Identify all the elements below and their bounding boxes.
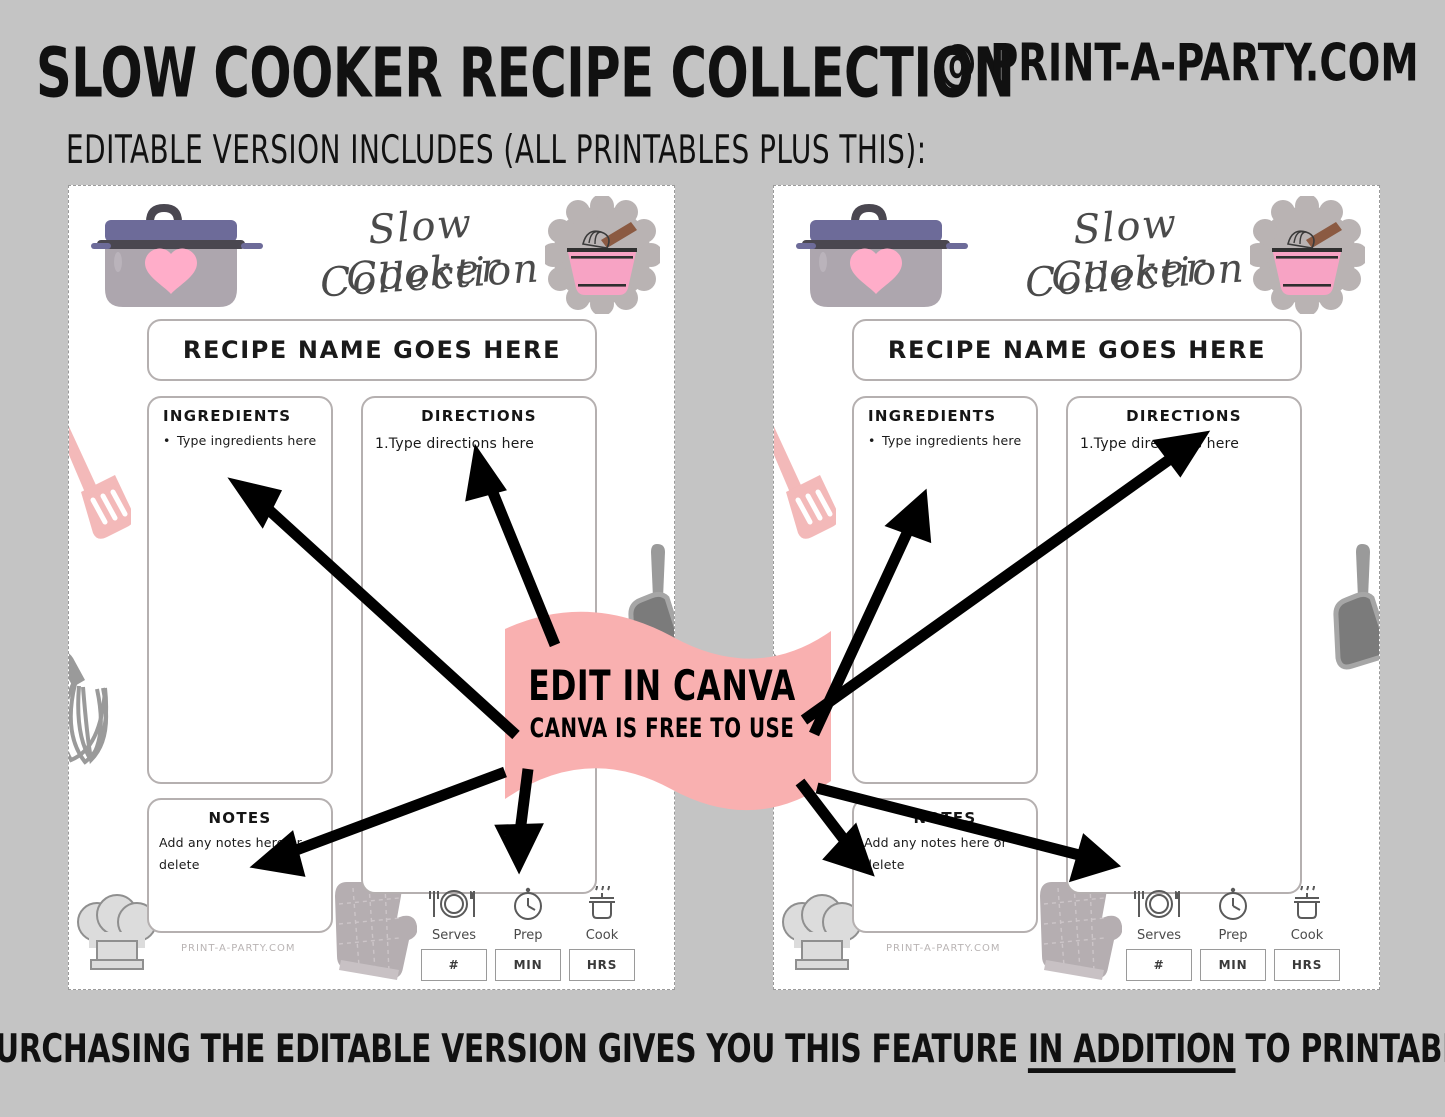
notes-box[interactable]: NOTES Add any notes here or delete: [852, 798, 1038, 933]
pink-spatula-icon: [69, 426, 131, 539]
stopwatch-icon: [514, 887, 542, 920]
notes-title: NOTES: [913, 809, 977, 827]
whisk-icon: [774, 653, 814, 765]
meta-cook: Cook HRS: [569, 883, 635, 981]
recipe-name-field[interactable]: RECIPE NAME GOES HERE: [147, 319, 597, 381]
poster-canvas: SLOW COOKER RECIPE COLLECTION @ PRINT-A-…: [0, 0, 1445, 1117]
ingredients-box[interactable]: INGREDIENTS • Type ingredients here: [147, 396, 333, 784]
whisk-icon: [69, 653, 109, 765]
card-watermark: PRINT-A-PARTY.COM: [886, 943, 1001, 954]
footnote-after: TO PRINTABLES: [1245, 1025, 1445, 1072]
meta-serves-field[interactable]: #: [421, 949, 487, 981]
ingredients-box[interactable]: INGREDIENTS • Type ingredients here: [852, 396, 1038, 784]
brand-handle: @ PRINT-A-PARTY.COM: [938, 32, 1419, 93]
meta-prep-field[interactable]: MIN: [1200, 949, 1266, 981]
slow-cooker-pot-icon: [796, 204, 968, 307]
directions-title: DIRECTIONS: [421, 407, 537, 425]
directions-box[interactable]: DIRECTIONS 1.Type directions here: [361, 396, 597, 894]
footnote-before: **PURCHASING THE EDITABLE VERSION GIVES …: [0, 1025, 1028, 1072]
bullet-icon: •: [868, 433, 876, 448]
notes-placeholder: Add any notes here or delete: [159, 835, 302, 872]
card-logo: Slow Cooker Collection: [1012, 198, 1247, 313]
page-title: SLOW COOKER RECIPE COLLECTION: [36, 34, 1015, 114]
meta-prep: Prep MIN: [1200, 886, 1266, 981]
directions-placeholder: 1.Type directions here: [1080, 436, 1240, 452]
notes-title: NOTES: [208, 809, 272, 827]
meta-cook-field[interactable]: HRS: [1274, 949, 1340, 981]
meta-serves: Serves #: [421, 886, 487, 981]
recipe-meta-row: Serves # Prep MIN Cook HRS: [1126, 883, 1356, 986]
recipe-card-preview-1: Slow Cooker Collection RECIPE NAME GOES …: [68, 185, 675, 990]
plate-cutlery-icon: [1134, 890, 1180, 918]
meta-prep: Prep MIN: [495, 886, 561, 981]
directions-box[interactable]: DIRECTIONS 1.Type directions here: [1066, 396, 1302, 894]
meta-serves-field[interactable]: #: [1126, 949, 1192, 981]
page-subtitle: EDITABLE VERSION INCLUDES (ALL PRINTABLE…: [66, 128, 927, 173]
directions-placeholder: 1.Type directions here: [375, 436, 535, 452]
card-watermark: PRINT-A-PARTY.COM: [181, 943, 296, 954]
recipe-card-preview-2: Slow Cooker Collection RECIPE NAME GOES …: [773, 185, 1380, 990]
ingredients-title: INGREDIENTS: [868, 407, 997, 425]
recipe-meta-row: Serves # Prep MIN Cook HRS: [421, 883, 651, 986]
meta-cook: Cook HRS: [1274, 883, 1340, 981]
meta-prep-label: Prep: [513, 928, 543, 943]
notes-box[interactable]: NOTES Add any notes here or delete: [147, 798, 333, 933]
plate-cutlery-icon: [429, 890, 475, 918]
meta-cook-label: Cook: [1290, 928, 1324, 943]
meta-prep-field[interactable]: MIN: [495, 949, 561, 981]
meta-prep-label: Prep: [1218, 928, 1248, 943]
pot-steam-icon: [1294, 883, 1320, 919]
card-logo: Slow Cooker Collection: [307, 198, 542, 313]
meta-serves-label: Serves: [1136, 928, 1182, 943]
recipe-name-placeholder: RECIPE NAME GOES HERE: [887, 336, 1267, 364]
notes-placeholder: Add any notes here or delete: [864, 835, 1007, 872]
gray-turner-icon: [628, 544, 674, 670]
meta-serves: Serves #: [1126, 886, 1192, 981]
recipe-name-placeholder: RECIPE NAME GOES HERE: [182, 336, 562, 364]
mixing-bowl-badge-icon: [1250, 196, 1365, 314]
meta-serves-label: Serves: [431, 928, 477, 943]
ingredients-placeholder: • Type ingredients here: [868, 433, 1022, 448]
slow-cooker-pot-icon: [91, 204, 263, 307]
recipe-name-field[interactable]: RECIPE NAME GOES HERE: [852, 319, 1302, 381]
ingredients-placeholder: • Type ingredients here: [163, 433, 317, 448]
pot-steam-icon: [589, 883, 615, 919]
ingredients-title: INGREDIENTS: [163, 407, 292, 425]
bullet-icon: •: [163, 433, 171, 448]
gray-turner-icon: [1333, 544, 1379, 670]
meta-cook-field[interactable]: HRS: [569, 949, 635, 981]
meta-cook-label: Cook: [585, 928, 619, 943]
footnote-underlined: IN ADDITION: [1027, 1025, 1236, 1072]
pink-spatula-icon: [774, 426, 836, 539]
mixing-bowl-badge-icon: [545, 196, 660, 314]
directions-title: DIRECTIONS: [1126, 407, 1242, 425]
footnote: **PURCHASING THE EDITABLE VERSION GIVES …: [0, 1025, 1445, 1072]
stopwatch-icon: [1219, 887, 1247, 920]
